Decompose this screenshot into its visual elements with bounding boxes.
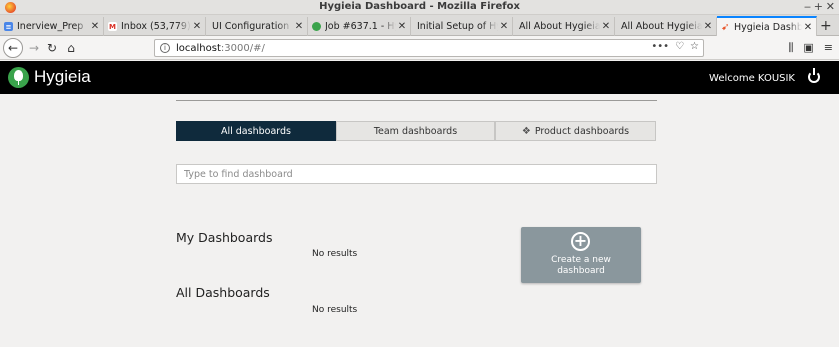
close-window-icon[interactable]: ✕	[826, 0, 835, 13]
tab-label: All About Hygieia A	[519, 21, 600, 32]
tab-label: UI Configuration | H	[212, 21, 293, 32]
create-dashboard-label: Create a new dashboard	[551, 255, 611, 276]
app-header: Hygieia Welcome KOUSIK	[0, 61, 839, 94]
gmail-icon: M	[108, 22, 117, 31]
hygieia-tab-icon: ➹	[721, 22, 730, 33]
browser-tab[interactable]: Initial Setup of Hygi ✕	[411, 17, 513, 36]
url-bar[interactable]: i localhost:3000/#/ ••• ♡ ☆	[154, 39, 704, 57]
hygieia-logo-icon[interactable]	[8, 67, 29, 88]
plus-circle-icon: +	[571, 232, 590, 251]
tab-label: All dashboards	[220, 125, 291, 137]
tab-strip: ≡ Inerview_Prep ✕ M Inbox (53,779) - ✕ U…	[0, 15, 839, 37]
my-dashboards-empty: No results	[312, 249, 358, 259]
close-tab-icon[interactable]: ✕	[396, 21, 408, 32]
sidebar-icon[interactable]: ▣	[803, 41, 813, 55]
close-tab-icon[interactable]: ✕	[702, 21, 714, 32]
docs-icon: ≡	[4, 22, 13, 31]
tab-all-dashboards[interactable]: All dashboards	[176, 121, 336, 141]
url-path: :3000/#/	[220, 42, 265, 54]
tab-label: Initial Setup of Hygi	[417, 21, 498, 32]
browser-tab[interactable]: All About Hygieia A ✕	[615, 17, 717, 36]
reload-icon[interactable]: ↻	[45, 39, 59, 57]
browser-tab[interactable]: Job #637.1 - Hyg ✕	[308, 17, 411, 36]
welcome-text: Welcome KOUSIK	[709, 73, 795, 84]
cubes-icon: ❖	[521, 125, 531, 137]
browser-tab[interactable]: All About Hygieia A ✕	[513, 17, 615, 36]
tab-label: Job #637.1 - Hyg	[325, 21, 396, 32]
dashboard-search-input[interactable]	[176, 164, 657, 184]
content-divider	[176, 100, 657, 101]
info-icon[interactable]: i	[160, 43, 170, 53]
browser-tab[interactable]: M Inbox (53,779) - ✕	[104, 17, 206, 36]
window-title: Hygieia Dashboard - Mozilla Firefox	[319, 1, 520, 12]
page-actions-icon[interactable]: •••	[651, 41, 669, 52]
tab-label: Product dashboards	[534, 125, 630, 137]
home-icon[interactable]: ⌂	[63, 39, 79, 57]
browser-tab-active[interactable]: ➹ Hygieia Dashbo ✕	[717, 16, 817, 37]
job-icon	[312, 22, 321, 31]
tab-label: All About Hygieia A	[621, 21, 702, 32]
back-icon[interactable]: ←	[3, 38, 23, 58]
tab-label: Hygieia Dashbo	[734, 22, 802, 33]
all-dashboards-empty: No results	[312, 305, 358, 315]
tab-label: Inbox (53,779) -	[121, 21, 191, 32]
close-tab-icon[interactable]: ✕	[89, 21, 101, 32]
brand-name[interactable]: Hygieia	[34, 67, 91, 87]
all-dashboards-title: All Dashboards	[176, 285, 270, 300]
window-titlebar: Hygieia Dashboard - Mozilla Firefox ‒ + …	[0, 0, 839, 15]
minimize-icon[interactable]: ‒	[804, 0, 811, 13]
tab-team-dashboards[interactable]: Team dashboards	[336, 121, 495, 141]
menu-icon[interactable]: ≡	[824, 41, 833, 55]
create-dashboard-button[interactable]: + Create a new dashboard	[521, 227, 641, 283]
pocket-icon[interactable]: ♡	[675, 41, 684, 52]
url-host: localhost	[176, 42, 221, 54]
logout-power-icon[interactable]	[808, 68, 820, 83]
my-dashboards-title: My Dashboards	[176, 230, 273, 245]
dashboard-type-tabs: All dashboards Team dashboards ❖ Product…	[176, 121, 656, 141]
library-icon[interactable]: ⫼	[788, 41, 793, 55]
tab-label: Team dashboards	[373, 125, 458, 137]
close-tab-icon[interactable]: ✕	[600, 21, 612, 32]
close-tab-icon[interactable]: ✕	[293, 21, 305, 32]
nav-bar: ← → ↻ ⌂ i localhost:3000/#/ ••• ♡ ☆ ⫼ ▣ …	[0, 36, 839, 60]
browser-tab[interactable]: ≡ Inerview_Prep ✕	[0, 17, 104, 36]
close-tab-icon[interactable]: ✕	[191, 21, 203, 32]
close-tab-icon[interactable]: ✕	[498, 21, 510, 32]
new-tab-icon[interactable]: +	[820, 18, 832, 34]
tab-label: Inerview_Prep	[17, 21, 84, 32]
browser-tab[interactable]: UI Configuration | H ✕	[206, 17, 308, 36]
maximize-icon[interactable]: +	[814, 0, 823, 13]
forward-icon[interactable]: →	[27, 39, 41, 57]
tab-product-dashboards[interactable]: ❖ Product dashboards	[495, 121, 656, 141]
bookmark-star-icon[interactable]: ☆	[690, 41, 699, 52]
close-tab-icon[interactable]: ✕	[802, 22, 814, 33]
